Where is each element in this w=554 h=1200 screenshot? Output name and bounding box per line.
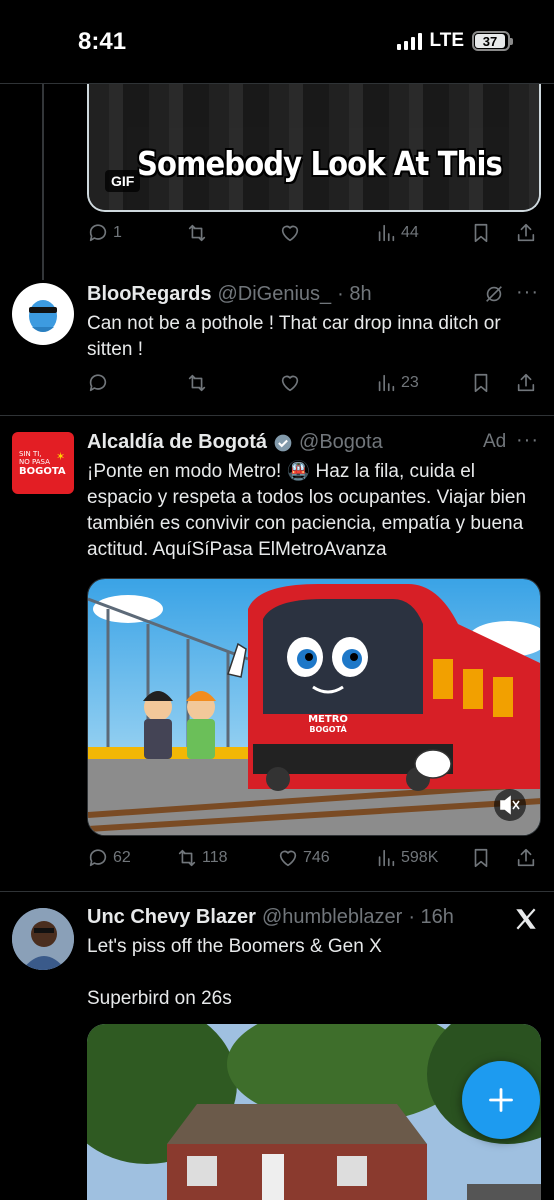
gif-badge: GIF (105, 170, 141, 192)
repost-button[interactable] (186, 372, 208, 394)
author-handle[interactable]: @Bogota (299, 431, 383, 454)
status-indicators: LTE 37 (396, 30, 513, 52)
bookmark-button[interactable] (470, 222, 492, 244)
share-icon (517, 223, 535, 242)
share-button[interactable] (515, 372, 537, 394)
views-button[interactable]: 23 (375, 372, 419, 394)
reply-button[interactable]: 1 (87, 222, 122, 244)
views-icon (378, 224, 395, 242)
like-count: 746 (303, 849, 330, 866)
reply-icon (89, 849, 107, 867)
repost-icon (178, 849, 196, 867)
bookmark-icon (474, 373, 488, 393)
battery-level: 37 (475, 34, 505, 49)
battery-icon: 37 (472, 31, 513, 51)
bookmark-button[interactable] (470, 847, 492, 869)
ad-post-actions: 62 118 746 598K (87, 847, 541, 875)
reply-post-text: Can not be a pothole ! That car drop inn… (87, 313, 501, 360)
author-handle[interactable]: @humbleblazer (262, 906, 402, 929)
bookmark-icon (474, 848, 488, 868)
share-icon (517, 848, 535, 867)
avatar-blooregards[interactable] (12, 283, 74, 345)
ad-post-text: ¡Ponte en modo Metro! 🚇 Haz la fila, cui… (87, 461, 527, 560)
train-label-metro: METRO (308, 714, 348, 725)
reply-count: 1 (113, 224, 122, 241)
avatar-humbleblazer[interactable] (12, 908, 74, 970)
like-button[interactable] (279, 222, 301, 244)
reply-post-header: BlooRegards @DiGenius_ · 8h (87, 283, 372, 306)
post-divider (0, 415, 554, 416)
compose-button[interactable] (462, 1061, 540, 1139)
reply-post-actions: 23 (87, 372, 541, 400)
author-name[interactable]: Alcaldía de Bogotá (87, 431, 267, 454)
gif-post-actions: 1 44 (87, 222, 541, 250)
share-button[interactable] (515, 847, 537, 869)
repost-button[interactable]: 118 (176, 847, 228, 869)
reply-icon (89, 374, 107, 392)
like-button[interactable] (279, 372, 301, 394)
status-time: 8:41 (78, 28, 127, 55)
avatar-text-3: BOGOTA (19, 466, 66, 477)
reply-button[interactable] (87, 372, 109, 394)
views-icon (378, 849, 395, 867)
post-time: · 8h (337, 283, 372, 305)
heart-icon (281, 375, 299, 392)
post-divider (0, 891, 554, 892)
views-button[interactable]: 44 (375, 222, 419, 244)
post-time: · 16h (408, 906, 454, 928)
x-logo-icon (513, 906, 539, 937)
metro-train-image[interactable]: METRO BOGOTÁ (87, 578, 541, 836)
share-button[interactable] (515, 222, 537, 244)
thread-line (42, 84, 44, 280)
next-post-header: Unc Chevy Blazer @humbleblazer · 16h (87, 906, 454, 929)
views-count: 598K (401, 849, 439, 866)
author-handle[interactable]: @DiGenius_ (217, 283, 331, 306)
author-name[interactable]: Unc Chevy Blazer (87, 906, 256, 929)
verified-badge-icon (274, 434, 292, 451)
network-label: LTE (429, 30, 464, 51)
repost-icon (188, 374, 206, 392)
repost-count: 118 (202, 849, 228, 866)
more-options-icon[interactable]: ··· (516, 429, 539, 452)
gif-media[interactable]: Somebody Look At This GIF (87, 84, 541, 212)
repost-icon (188, 224, 206, 242)
more-options-icon[interactable]: ··· (516, 281, 539, 304)
star-icon: ✶ (56, 451, 66, 463)
reply-count: 62 (113, 849, 131, 866)
repost-button[interactable] (186, 222, 208, 244)
reply-button[interactable]: 62 (87, 847, 131, 869)
reply-icon (89, 224, 107, 242)
next-post-text-line1: Let's piss off the Boomers & Gen X (87, 936, 382, 957)
bookmark-icon (474, 223, 488, 243)
share-icon (517, 373, 535, 392)
grok-icon[interactable] (483, 283, 505, 310)
author-name[interactable]: BlooRegards (87, 283, 211, 306)
signal-icon (396, 32, 422, 50)
avatar-bogota[interactable]: SIN TI, NO PASA BOGOTA ✶ (12, 432, 74, 494)
views-button[interactable]: 598K (375, 847, 438, 869)
ad-label: Ad (483, 431, 507, 452)
heart-icon (279, 850, 297, 867)
gif-caption: Somebody Look At This (137, 144, 503, 183)
train-label-bogota: BOGOTÁ (309, 723, 347, 734)
plus-icon (489, 1088, 513, 1112)
like-button[interactable]: 746 (277, 847, 330, 869)
heart-icon (281, 225, 299, 242)
next-post-text-line2: Superbird on 26s (87, 988, 232, 1009)
bookmark-button[interactable] (470, 372, 492, 394)
views-count: 23 (401, 374, 419, 391)
views-icon (378, 374, 395, 392)
views-count: 44 (401, 224, 419, 241)
status-bar: 8:41 LTE 37 (0, 0, 554, 84)
ad-post-header: Alcaldía de Bogotá @Bogota (87, 431, 383, 454)
